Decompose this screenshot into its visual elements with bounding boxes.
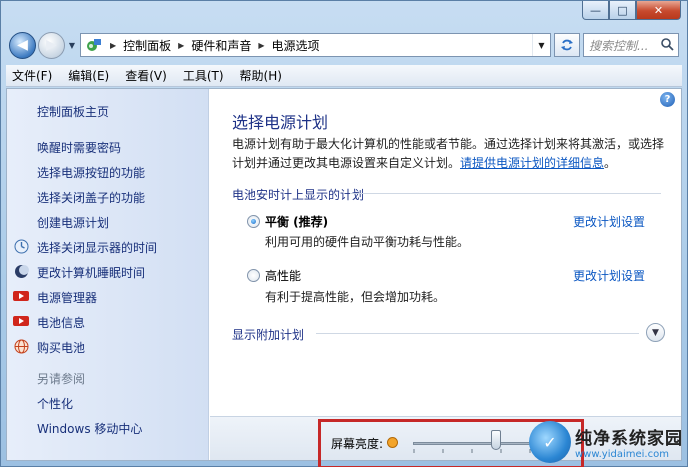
sleep-moon-icon: [13, 263, 29, 279]
sidebar-item-display-off[interactable]: 选择关闭显示器的时间: [37, 239, 157, 256]
sidebar-item-buy-battery[interactable]: 购买电池: [37, 339, 85, 356]
menu-bar: 文件(F) 编辑(E) 查看(V) 工具(T) 帮助(H): [6, 65, 682, 87]
globe-icon: [13, 338, 29, 354]
plan-details-link[interactable]: 请提供电源计划的详细信息: [460, 156, 604, 170]
menu-help[interactable]: 帮助(H): [240, 67, 282, 84]
dim-sun-icon: [387, 437, 398, 448]
balanced-change-settings-link[interactable]: 更改计划设置: [573, 213, 645, 230]
minimize-button[interactable]: —: [582, 1, 609, 20]
battery-info-icon: [13, 313, 29, 329]
watermark: ✓ 纯净系统家园 www.yidaimei.com: [529, 421, 683, 463]
control-panel-icon: [85, 37, 103, 53]
search-box[interactable]: 搜索控制...: [583, 33, 679, 57]
menu-file[interactable]: 文件(F): [12, 67, 52, 84]
refresh-button[interactable]: [554, 33, 580, 57]
watermark-url: www.yidaimei.com: [575, 449, 669, 460]
address-bar[interactable]: ▶ 控制面板 ▶ 硬件和声音 ▶ 电源选项 ▼: [80, 33, 551, 57]
menu-edit[interactable]: 编辑(E): [68, 67, 109, 84]
sidebar-item-wake-password[interactable]: 唤醒时需要密码: [37, 139, 121, 156]
sidebar-item-power-manager[interactable]: 电源管理器: [37, 289, 97, 306]
navigation-bar: ◀ ▶ ▼ ▶ 控制面板 ▶ 硬件和声音 ▶ 电源选项 ▼ 搜索控制...: [9, 29, 679, 61]
search-placeholder: 搜索控制...: [589, 38, 649, 53]
breadcrumb-root-separator: ▶: [110, 40, 117, 50]
caption-buttons: — □ ✕: [582, 1, 681, 20]
sidebar-item-sleep-time[interactable]: 更改计算机睡眠时间: [37, 264, 145, 281]
breadcrumb-hardware-sound[interactable]: 硬件和声音 ▶: [191, 37, 271, 54]
breadcrumb-power-options[interactable]: 电源选项: [272, 37, 320, 54]
balanced-plan-radio[interactable]: [247, 215, 260, 228]
content-area: 控制面板主页 唤醒时需要密码 选择电源按钮的功能 选择关闭盖子的功能 创建电源计…: [6, 88, 682, 467]
additional-plans-divider: [316, 333, 639, 334]
high-performance-plan-description: 有利于提高性能，但会增加功耗。: [265, 290, 446, 304]
main-panel: ? 选择电源计划 电源计划有助于最大化计算机的性能或者节能。通过选择计划来将其激…: [210, 89, 681, 467]
sidebar-item-power-button[interactable]: 选择电源按钮的功能: [37, 164, 145, 181]
group-divider: [350, 193, 661, 194]
control-panel-window: — □ ✕ ◀ ▶ ▼ ▶ 控制面板 ▶ 硬件和声音 ▶ 电源选项 ▼ 搜索控制…: [0, 0, 688, 467]
close-button[interactable]: ✕: [636, 1, 681, 20]
menu-tools[interactable]: 工具(T): [183, 67, 224, 84]
sidebar-item-mobility-center[interactable]: Windows 移动中心: [37, 420, 142, 437]
slider-ticks: [413, 449, 531, 453]
show-additional-plans[interactable]: 显示附加计划: [232, 326, 304, 343]
menu-view[interactable]: 查看(V): [125, 67, 167, 84]
sidebar-item-create-plan[interactable]: 创建电源计划: [37, 214, 109, 231]
back-button[interactable]: ◀: [9, 31, 36, 59]
search-icon: [661, 38, 674, 51]
sidebar-control-panel-home[interactable]: 控制面板主页: [37, 103, 109, 120]
address-dropdown-button[interactable]: ▼: [532, 34, 550, 56]
watermark-text: 纯净系统家园 www.yidaimei.com: [575, 424, 683, 460]
balanced-plan-name[interactable]: 平衡 (推荐): [265, 213, 328, 230]
high-performance-plan-name[interactable]: 高性能: [265, 267, 301, 284]
back-arrow-icon: ◀: [17, 37, 28, 53]
task-sidebar: 控制面板主页 唤醒时需要密码 选择电源按钮的功能 选择关闭盖子的功能 创建电源计…: [7, 89, 209, 460]
page-title: 选择电源计划: [232, 113, 329, 132]
recent-pages-dropdown[interactable]: ▼: [66, 41, 78, 50]
expand-plans-button[interactable]: ▼: [646, 323, 665, 342]
breadcrumb-control-panel[interactable]: 控制面板 ▶: [123, 37, 191, 54]
forward-button[interactable]: ▶: [38, 31, 65, 59]
sidebar-item-battery-info[interactable]: 电池信息: [37, 314, 85, 331]
description-end: 。: [604, 156, 617, 170]
power-manager-icon: [13, 288, 29, 304]
high-performance-change-settings-link[interactable]: 更改计划设置: [573, 267, 645, 284]
refresh-icon: [561, 39, 573, 51]
sidebar-item-lid-close[interactable]: 选择关闭盖子的功能: [37, 189, 145, 206]
see-also-header: 另请参阅: [37, 372, 86, 386]
page-description: 电源计划有助于最大化计算机的性能或者节能。通过选择计划来将其激活，或选择计划并通…: [232, 135, 672, 173]
brightness-slider-thumb[interactable]: [490, 430, 501, 450]
help-icon[interactable]: ?: [660, 92, 675, 107]
watermark-title: 纯净系统家园: [575, 429, 683, 449]
forward-arrow-icon: ▶: [46, 37, 57, 53]
maximize-button[interactable]: □: [609, 1, 636, 20]
balanced-plan-description: 利用可用的硬件自动平衡功耗与性能。: [265, 235, 470, 249]
watermark-logo-icon: ✓: [529, 421, 571, 463]
brightness-slider-track[interactable]: [413, 442, 531, 445]
sidebar-item-personalization[interactable]: 个性化: [37, 395, 73, 412]
brightness-label: 屏幕亮度:: [331, 437, 384, 451]
plans-group-header: 电池安时计上显示的计划: [232, 188, 365, 202]
chevron-down-icon: ▼: [652, 327, 659, 338]
high-performance-plan-radio[interactable]: [247, 269, 260, 282]
display-timer-icon: [13, 238, 29, 254]
